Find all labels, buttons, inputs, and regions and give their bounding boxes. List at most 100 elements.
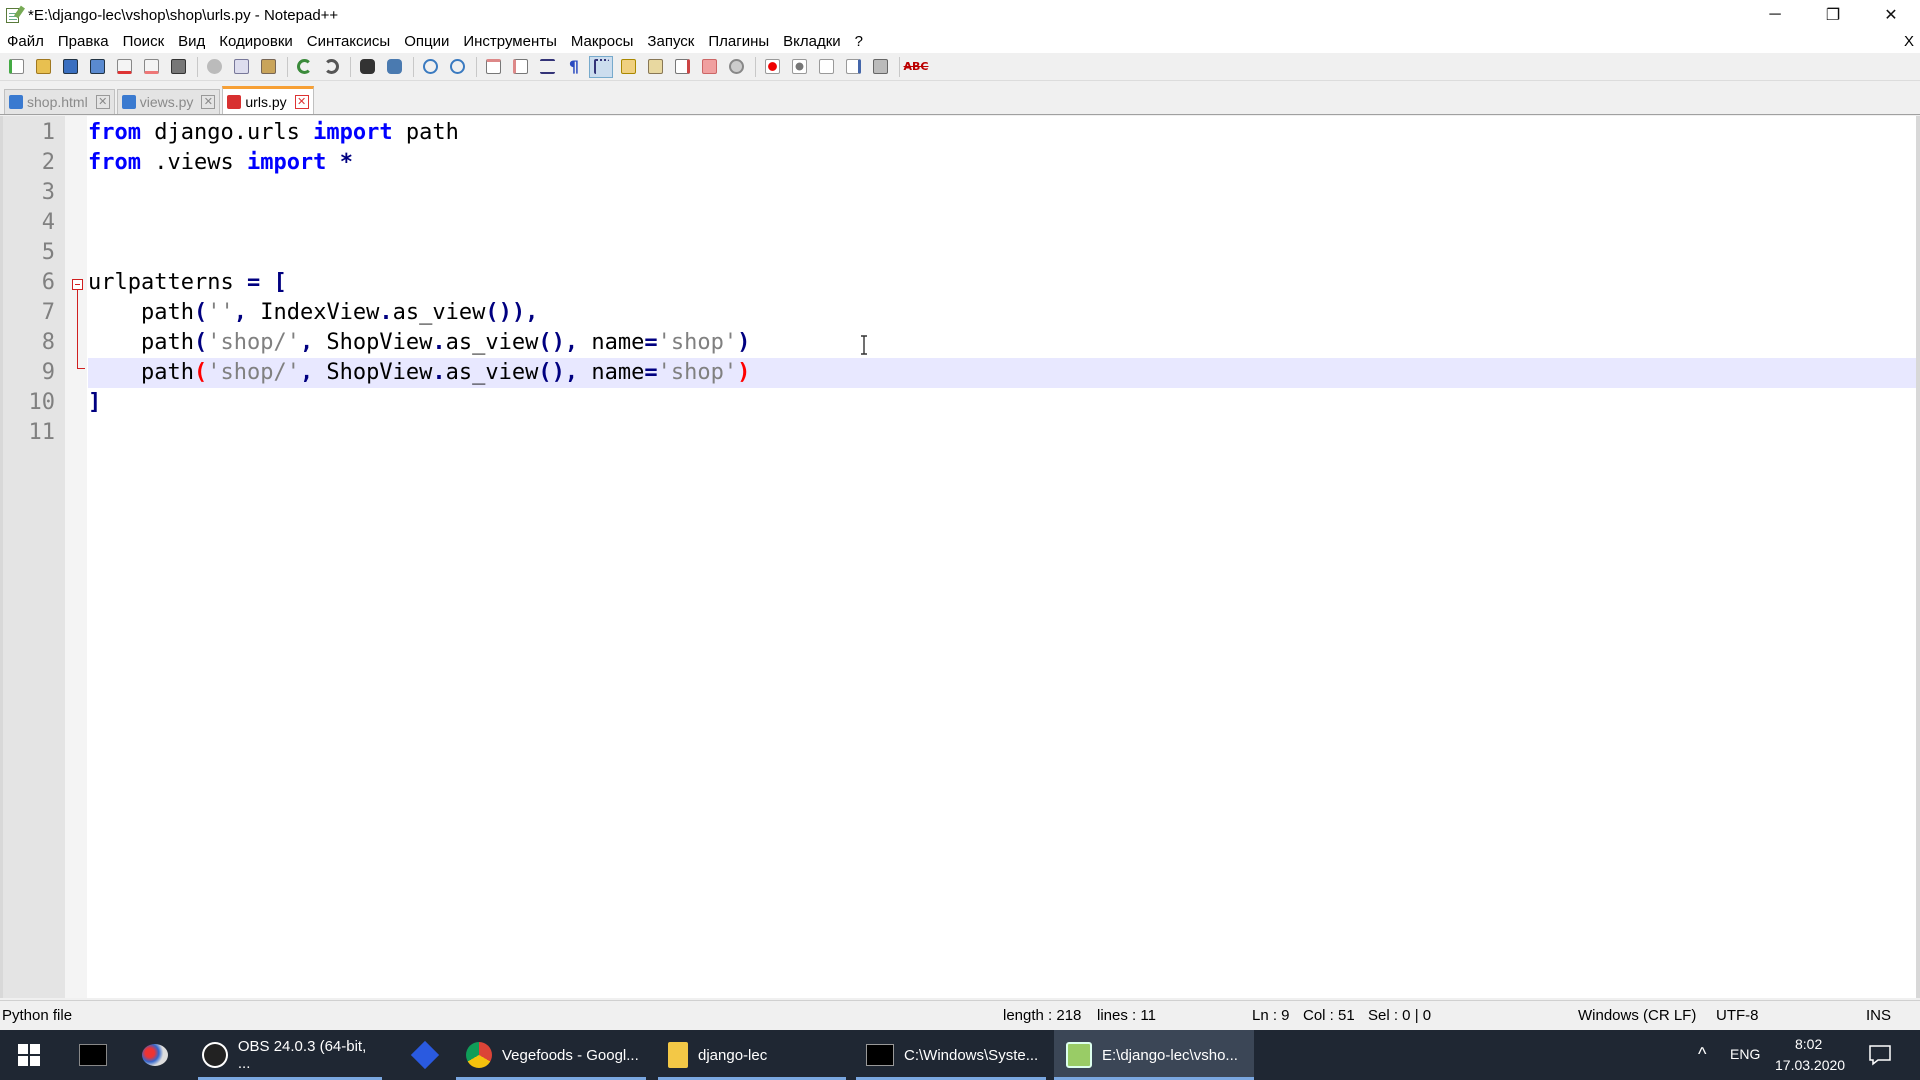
code-line[interactable] [88,418,1916,448]
close-all-icon[interactable] [139,56,163,78]
operator-token: * [339,150,353,175]
save-macro-icon[interactable] [868,56,892,78]
fold-toggle-icon[interactable] [72,279,83,290]
save-all-icon[interactable] [85,56,109,78]
tray-time[interactable]: 8:02 [1795,1036,1822,1052]
line-number: 2 [41,150,55,175]
menu-run[interactable]: Запуск [640,30,701,53]
status-eol[interactable]: Windows (CR LF) [1578,1007,1696,1024]
zoom-out-icon[interactable] [445,56,469,78]
code-editor[interactable]: 1 from django.urls import path 2 from .view… [0,116,1920,998]
menu-settings[interactable]: Опции [397,30,456,53]
function-list-icon[interactable] [670,56,694,78]
taskbar-app-cmd[interactable]: C:\Windows\Syste... [856,1030,1046,1080]
fold-range-end [77,368,85,369]
undo-icon[interactable] [292,56,316,78]
word-wrap-icon[interactable] [535,56,559,78]
taskbar-app-label: E:\django-lec\vsho... [1102,1046,1238,1064]
code-line[interactable]: path('', IndexView.as_view()), [88,298,1916,328]
tab-close-icon[interactable]: ✕ [95,95,110,109]
menu-edit[interactable]: Правка [51,30,116,53]
operator-token: , [299,360,314,385]
code-line[interactable] [88,178,1916,208]
record-macro-icon[interactable] [760,56,784,78]
tab-urls-py[interactable]: urls.py ✕ [222,86,314,114]
tab-close-icon[interactable]: ✕ [201,95,216,109]
operator-token: (), [538,360,579,385]
indent-guide-icon[interactable] [589,55,613,78]
menu-help[interactable]: ? [848,30,870,53]
tab-shop-html[interactable]: shop.html ✕ [4,89,115,114]
taskbar-app-diamond[interactable] [402,1030,448,1080]
close-file-icon[interactable] [112,56,136,78]
tray-date[interactable]: 17.03.2020 [1775,1057,1845,1073]
close-button[interactable]: ✕ [1862,0,1920,30]
notification-center-icon[interactable] [1868,1044,1892,1066]
close-document-button[interactable]: X [1904,30,1914,53]
code-line[interactable]: ] [88,388,1916,418]
print-icon[interactable] [166,56,190,78]
taskbar-app-obs[interactable]: OBS 24.0.3 (64-bit, ... [198,1030,382,1080]
status-encoding[interactable]: UTF-8 [1716,1007,1759,1024]
menu-plugins[interactable]: Плагины [701,30,776,53]
menu-language[interactable]: Синтаксисы [300,30,397,53]
find-icon[interactable] [355,56,379,78]
tab-label: views.py [139,94,194,110]
udl-icon[interactable] [616,56,640,78]
taskbar-app-chrome[interactable]: Vegefoods - Googl... [456,1030,646,1080]
cut-icon[interactable] [202,56,226,78]
sync-horizontal-icon[interactable] [508,56,532,78]
run-macro-multiple-icon[interactable] [841,56,865,78]
taskbar-app-notepadpp[interactable]: E:\django-lec\vsho... [1054,1030,1254,1080]
code-line[interactable]: from .views import * [88,148,1916,178]
taskbar-app-explorer[interactable]: django-lec [658,1030,846,1080]
minimize-button[interactable]: ─ [1746,0,1804,30]
folder-workspace-icon[interactable] [697,56,721,78]
code-line[interactable]: path('shop/', ShopView.as_view(), name='… [88,328,1916,358]
operator-token: . [432,360,446,385]
menu-window[interactable]: Вкладки [776,30,848,53]
zoom-in-icon[interactable] [418,56,442,78]
show-all-chars-icon[interactable]: ¶ [562,56,586,78]
new-file-icon[interactable] [4,56,28,78]
save-icon[interactable] [58,56,82,78]
code-line[interactable] [88,238,1916,268]
taskbar-terminal-pin[interactable] [70,1030,116,1080]
string-token: 'shop/' [207,360,300,385]
copy-icon[interactable] [229,56,253,78]
code-line[interactable]: urlpatterns = [ [88,268,1916,298]
status-insert-mode[interactable]: INS [1866,1007,1891,1024]
paste-icon[interactable] [256,56,280,78]
start-button[interactable] [0,1030,58,1080]
taskbar-paint-pin[interactable] [132,1030,178,1080]
terminal-icon [79,1044,107,1066]
status-selection: Sel : 0 | 0 [1368,1007,1432,1024]
redo-icon[interactable] [319,56,343,78]
keyword-token: import [313,120,393,145]
sync-vertical-icon[interactable] [481,56,505,78]
taskbar: OBS 24.0.3 (64-bit, ... Vegefoods - Goog… [0,1030,1920,1080]
tab-close-icon[interactable]: ✕ [294,94,309,109]
menu-view[interactable]: Вид [171,30,212,53]
open-file-icon[interactable] [31,56,55,78]
code-line[interactable]: path('shop/', ShopView.as_view(), name='… [88,358,1916,388]
stop-macro-icon[interactable] [787,56,811,78]
monitoring-icon[interactable] [724,56,748,78]
tab-views-py[interactable]: views.py ✕ [116,89,221,114]
play-macro-icon[interactable] [814,56,838,78]
menu-tools[interactable]: Инструменты [456,30,564,53]
menu-encoding[interactable]: Кодировки [212,30,299,53]
replace-icon[interactable] [382,56,406,78]
menu-search[interactable]: Поиск [116,30,172,53]
menu-file[interactable]: Файл [0,30,51,53]
spellcheck-icon[interactable]: ABC [904,56,929,78]
code-line[interactable] [88,208,1916,238]
menu-macro[interactable]: Макросы [564,30,641,53]
tray-language[interactable]: ENG [1730,1046,1760,1062]
restore-button[interactable]: ❐ [1804,0,1862,30]
text-token: as_view [445,330,539,355]
tray-expand-icon[interactable]: ^ [1698,1044,1706,1065]
code-line[interactable]: from django.urls import path [88,118,1916,148]
doc-map-icon[interactable] [643,56,667,78]
